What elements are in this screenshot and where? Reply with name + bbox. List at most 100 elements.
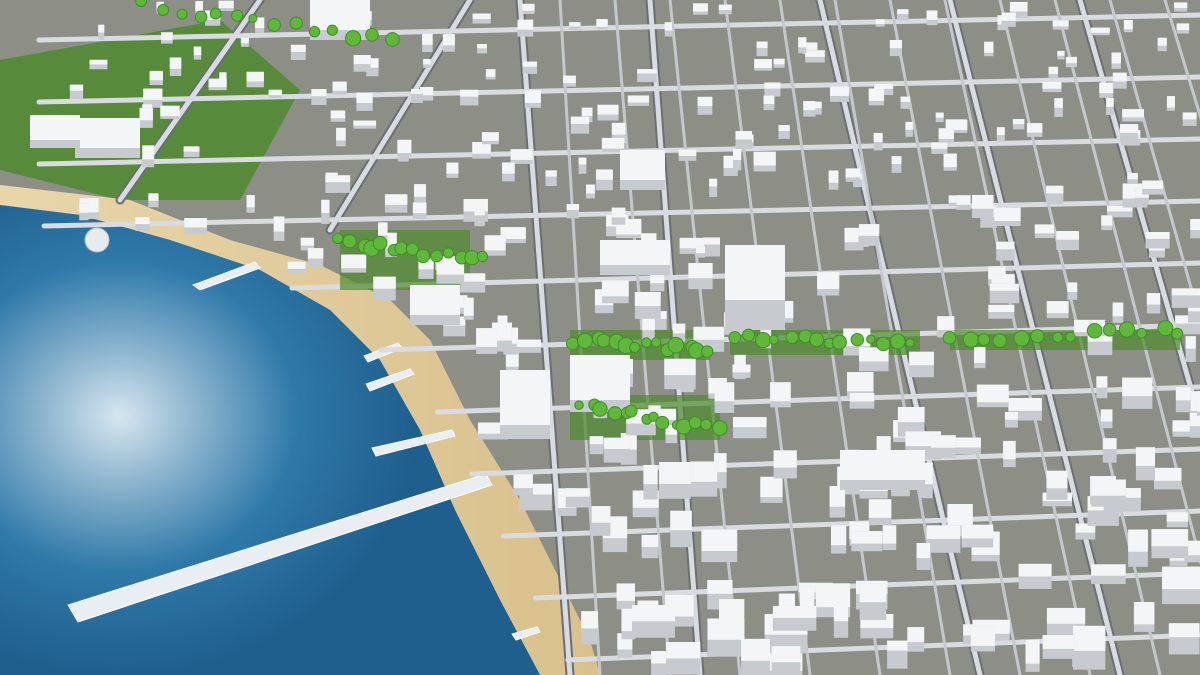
building (760, 476, 783, 503)
building (770, 382, 791, 408)
building (522, 3, 535, 15)
tree (372, 235, 388, 251)
building (581, 611, 598, 645)
tree (1030, 329, 1045, 344)
building (30, 115, 80, 148)
building (1166, 512, 1188, 528)
building (735, 131, 752, 150)
building (859, 583, 887, 621)
tree (768, 334, 779, 345)
building (1185, 336, 1196, 362)
tree (135, 0, 148, 8)
building (330, 110, 346, 122)
building (664, 358, 696, 390)
building (1168, 623, 1200, 655)
tree (655, 415, 670, 430)
building (502, 162, 515, 182)
tree (176, 8, 188, 20)
tree (742, 328, 756, 342)
building (916, 543, 930, 571)
building (596, 19, 608, 30)
tree (326, 24, 338, 36)
building (664, 22, 673, 37)
building (701, 529, 738, 563)
building (423, 58, 431, 68)
building (484, 235, 506, 256)
building (442, 34, 455, 52)
tree (700, 418, 712, 431)
building (764, 82, 781, 97)
building (240, 37, 249, 47)
tree (977, 333, 991, 346)
building (160, 105, 180, 119)
tree (1171, 327, 1184, 340)
building (472, 13, 491, 24)
building (690, 461, 718, 497)
tree (629, 341, 641, 353)
building (773, 58, 785, 68)
building (994, 207, 1021, 227)
building (472, 142, 491, 159)
building (591, 506, 611, 536)
building (290, 44, 306, 61)
building (1046, 470, 1068, 500)
building (410, 285, 460, 325)
building (1091, 27, 1110, 36)
building (1054, 98, 1063, 117)
building (268, 89, 282, 99)
building (1056, 231, 1080, 251)
tree (592, 401, 608, 417)
building (1042, 635, 1075, 659)
tree (1052, 331, 1064, 343)
building (1046, 301, 1069, 319)
building (139, 107, 153, 128)
building (1142, 180, 1164, 195)
building (169, 57, 182, 77)
building (1046, 185, 1064, 205)
building (353, 55, 371, 72)
building (1122, 109, 1144, 122)
tree (565, 337, 580, 351)
building (887, 640, 908, 669)
building (414, 184, 427, 204)
building (246, 195, 255, 213)
tree (850, 332, 865, 347)
building (1065, 56, 1077, 68)
building (69, 84, 84, 100)
tree (754, 332, 772, 349)
building (697, 96, 713, 115)
building (931, 435, 956, 459)
building (1128, 529, 1148, 567)
building (218, 0, 234, 11)
building (688, 263, 713, 290)
tree (267, 18, 281, 32)
building (707, 618, 745, 657)
building (601, 280, 629, 304)
tree (1118, 321, 1136, 338)
building (741, 638, 770, 675)
tree (1013, 330, 1030, 347)
building (733, 416, 767, 439)
tree (641, 337, 652, 348)
building (926, 10, 938, 26)
building (570, 116, 590, 134)
building (524, 90, 541, 108)
building (1157, 37, 1167, 52)
building (600, 240, 670, 275)
tree (809, 332, 825, 348)
building (485, 69, 496, 80)
building (803, 101, 816, 117)
tree (785, 330, 799, 344)
building (1052, 20, 1069, 30)
building (336, 127, 346, 147)
building (1182, 112, 1197, 126)
building (805, 50, 825, 63)
building (817, 272, 840, 296)
building (1042, 81, 1062, 93)
building (595, 169, 613, 191)
tree (289, 16, 303, 30)
building (477, 44, 488, 54)
building (332, 81, 347, 95)
building (868, 499, 892, 525)
building (1146, 293, 1161, 314)
